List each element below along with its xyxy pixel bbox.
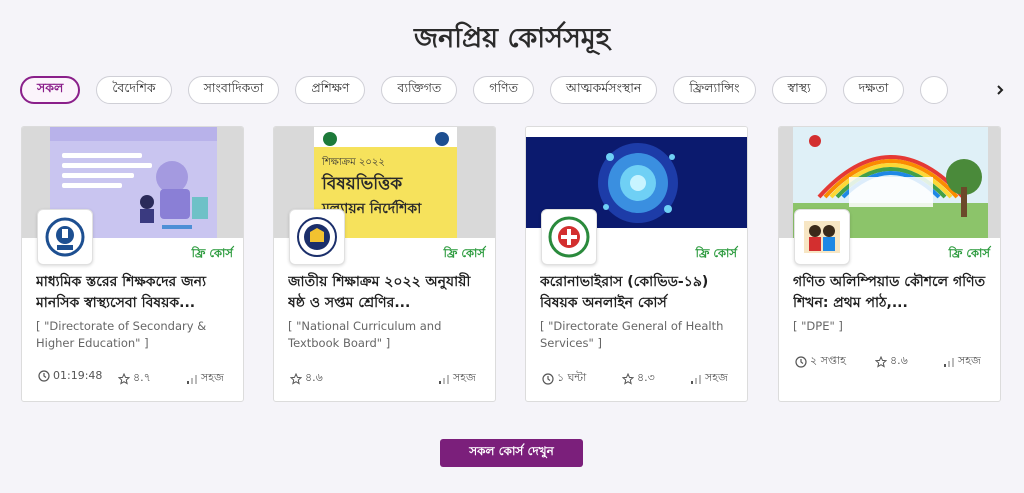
filter-chip-training[interactable]: প্রশিক্ষণ bbox=[295, 76, 366, 104]
course-organization: [ "Directorate General of Health Service… bbox=[540, 319, 724, 350]
thumb-text-2: বিষয়ভিত্তিক bbox=[321, 172, 403, 194]
course-title[interactable]: জাতীয় শিক্ষাক্রম ২০২২ অনুযায়ী ষষ্ঠ ও স… bbox=[288, 272, 488, 314]
course-rating: ৪.৭ bbox=[118, 369, 151, 388]
level-text: সহজ bbox=[453, 371, 476, 384]
filter-chip-self-employment[interactable]: আত্মকর্মসংস্থান bbox=[550, 76, 658, 104]
clock-icon bbox=[795, 355, 807, 368]
course-title[interactable]: গণিত অলিম্পিয়াড কৌশলে গণিত শিখন: প্রথম … bbox=[793, 272, 993, 314]
star-icon bbox=[875, 355, 887, 368]
organization-logo bbox=[37, 209, 93, 265]
filter-chip-skills[interactable]: দক্ষতা bbox=[842, 76, 905, 104]
course-meta: ২ সপ্তাহ ৪.৬ সহজ bbox=[793, 352, 987, 368]
filter-chip-journalism[interactable]: সাংবাদিকতা bbox=[187, 76, 280, 104]
level-text: সহজ bbox=[201, 371, 224, 384]
star-icon bbox=[118, 372, 130, 385]
signal-bars-icon bbox=[439, 374, 449, 384]
course-level: সহজ bbox=[943, 352, 981, 371]
organization-logo bbox=[289, 209, 345, 265]
course-level: সহজ bbox=[438, 369, 476, 388]
category-filter-bar: সকল বৈদেশিক সাংবাদিকতা প্রশিক্ষণ ব্যক্তি… bbox=[20, 76, 988, 104]
course-rating: ৪.৬ bbox=[875, 352, 908, 371]
course-card[interactable]: ফ্রি কোর্স করোনাভাইরাস (কোভিড-১৯) বিষয়ক… bbox=[525, 126, 748, 402]
organization-logo bbox=[541, 209, 597, 265]
view-all-courses-button[interactable]: সকল কোর্স দেখুন bbox=[440, 439, 583, 467]
clock-icon bbox=[38, 369, 50, 382]
course-duration: ১ ঘন্টা bbox=[542, 369, 586, 388]
free-course-badge: ফ্রি কোর্স bbox=[191, 246, 233, 260]
signal-bars-icon bbox=[944, 357, 954, 367]
star-icon bbox=[622, 372, 634, 385]
course-organization: [ "Directorate of Secondary & Higher Edu… bbox=[36, 319, 207, 350]
section-title: জনপ্রিয় কোর্সসমূহ bbox=[414, 23, 610, 54]
course-meta: ৪.৬ সহজ bbox=[288, 369, 482, 385]
course-rating: ৪.৩ bbox=[622, 369, 655, 388]
filter-chip-freelancing[interactable]: ফ্রিল্যান্সিং bbox=[673, 76, 756, 104]
rating-text: ৪.৭ bbox=[133, 371, 151, 384]
course-meta: ১ ঘন্টা ৪.৩ সহজ bbox=[540, 369, 734, 385]
duration-text: ২ সপ্তাহ bbox=[810, 354, 846, 367]
level-text: সহজ bbox=[958, 354, 981, 367]
course-rating: ৪.৬ bbox=[290, 369, 323, 388]
course-card[interactable]: ফ্রি কোর্স গণিত অলিম্পিয়াড কৌশলে গণিত শ… bbox=[778, 126, 1001, 402]
duration-text: ১ ঘন্টা bbox=[557, 371, 587, 384]
chevron-right-icon[interactable] bbox=[990, 80, 1010, 100]
signal-bars-icon bbox=[691, 374, 701, 384]
thumb-text-1: শিক্ষাক্রম ২০২২ bbox=[321, 156, 385, 168]
course-organization: [ "DPE" ] bbox=[793, 319, 843, 333]
course-card[interactable]: ফ্রি কোর্স মাধ্যমিক স্তরের শিক্ষকদের জন্… bbox=[21, 126, 244, 402]
course-meta: 01:19:48 ৪.৭ সহজ bbox=[36, 369, 230, 385]
filter-chip-math[interactable]: গণিত bbox=[473, 76, 534, 104]
rating-text: ৪.৬ bbox=[305, 371, 323, 384]
rating-text: ৪.৬ bbox=[890, 354, 908, 367]
filter-chip-health[interactable]: স্বাস্থ্য bbox=[771, 76, 827, 104]
signal-bars-icon bbox=[187, 374, 197, 384]
star-icon bbox=[290, 372, 302, 385]
course-level: সহজ bbox=[186, 369, 224, 388]
rating-text: ৪.৩ bbox=[637, 371, 655, 384]
filter-chip-foreign[interactable]: বৈদেশিক bbox=[96, 76, 172, 104]
course-title[interactable]: করোনাভাইরাস (কোভিড-১৯) বিষয়ক অনলাইন কোর… bbox=[540, 272, 740, 314]
filter-chip-all[interactable]: সকল bbox=[20, 76, 81, 104]
free-course-badge: ফ্রি কোর্স bbox=[948, 246, 990, 260]
level-text: সহজ bbox=[705, 371, 728, 384]
course-duration: 01:19:48 bbox=[38, 369, 102, 382]
course-title[interactable]: মাধ্যমিক স্তরের শিক্ষকদের জন্য মানসিক স্… bbox=[36, 272, 236, 314]
clock-icon bbox=[542, 372, 554, 385]
course-organization: [ "National Curriculum and Textbook Boar… bbox=[288, 319, 442, 350]
organization-logo bbox=[794, 209, 850, 265]
course-level: সহজ bbox=[690, 369, 728, 388]
free-course-badge: ফ্রি কোর্স bbox=[443, 246, 485, 260]
course-card[interactable]: শিক্ষাক্রম ২০২২ বিষয়ভিত্তিক মূল্যায়ন ন… bbox=[273, 126, 496, 402]
free-course-badge: ফ্রি কোর্স bbox=[695, 246, 737, 260]
filter-chip-overflow[interactable] bbox=[920, 76, 949, 104]
filter-chip-personal[interactable]: ব্যক্তিগত bbox=[381, 76, 458, 104]
course-duration: ২ সপ্তাহ bbox=[795, 352, 846, 371]
duration-text: 01:19:48 bbox=[53, 369, 103, 382]
